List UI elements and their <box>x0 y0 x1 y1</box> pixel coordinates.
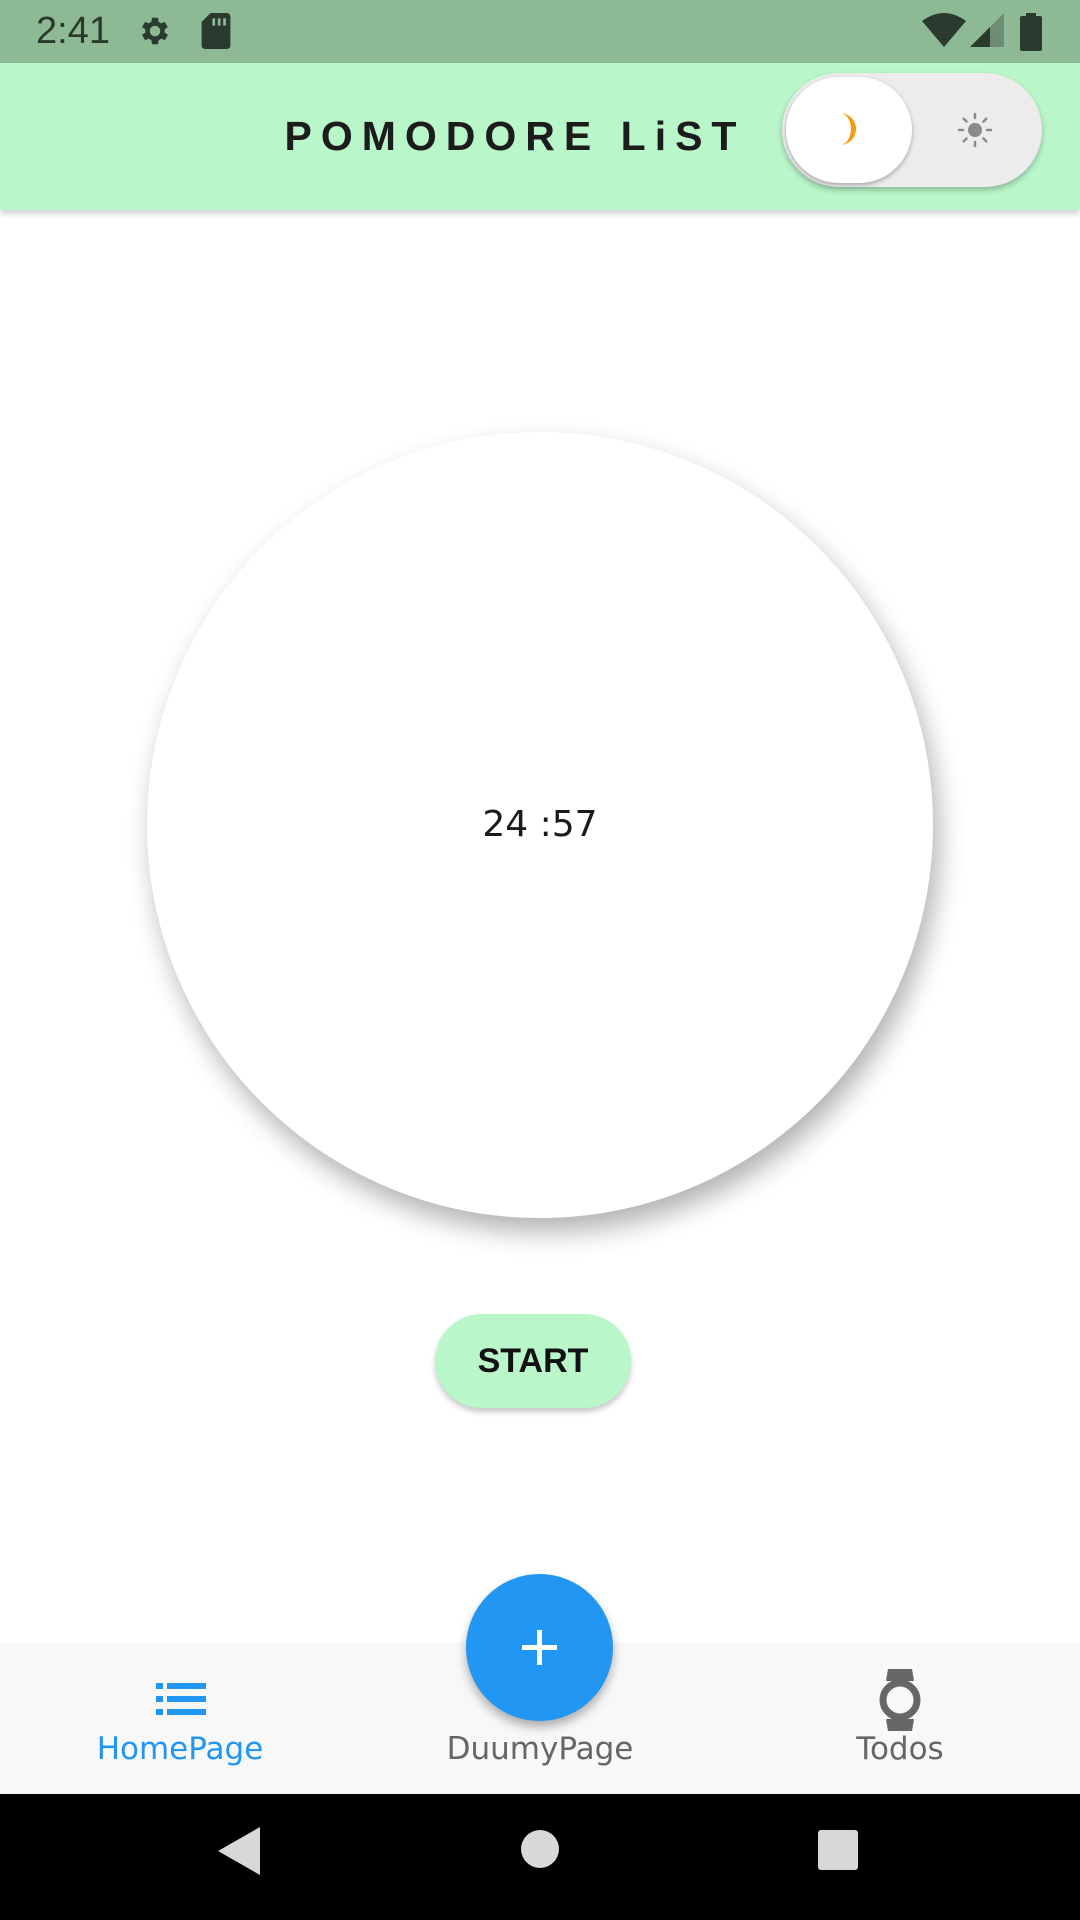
timer-display: 24 :57 <box>482 804 598 845</box>
recents-icon[interactable] <box>818 1830 858 1874</box>
nav-label-homepage: HomePage <box>96 1731 264 1767</box>
nav-item-homepage[interactable]: HomePage <box>60 1643 300 1794</box>
list-icon <box>156 1679 206 1723</box>
add-fab-button[interactable] <box>466 1574 613 1721</box>
status-time: 2:41 <box>36 10 110 52</box>
wifi-icon <box>922 13 966 53</box>
timer-circle: 24 :57 <box>147 432 933 1218</box>
nav-item-todos[interactable]: Todos <box>780 1643 1020 1794</box>
sun-icon <box>957 112 993 151</box>
home-icon[interactable] <box>520 1829 560 1873</box>
plus-icon <box>522 1630 557 1665</box>
sd-card-icon <box>200 13 232 53</box>
start-button[interactable]: START <box>435 1314 631 1408</box>
watch-icon <box>878 1669 922 1735</box>
cell-signal-icon <box>970 13 1004 53</box>
settings-gear-icon <box>137 13 173 53</box>
theme-toggle[interactable] <box>782 73 1042 187</box>
battery-icon <box>1020 13 1042 55</box>
moon-icon <box>830 111 866 151</box>
nav-label-todos: Todos <box>856 1731 944 1767</box>
page-title: POMODORE LiST <box>284 113 746 159</box>
system-navigation-bar <box>0 1794 1080 1920</box>
nav-label-duumypage: DuumyPage <box>446 1731 634 1767</box>
status-bar: 2:41 <box>0 0 1080 63</box>
toggle-knob[interactable] <box>786 77 912 183</box>
app-bar: POMODORE LiST <box>0 63 1080 210</box>
back-icon[interactable] <box>218 1827 260 1879</box>
